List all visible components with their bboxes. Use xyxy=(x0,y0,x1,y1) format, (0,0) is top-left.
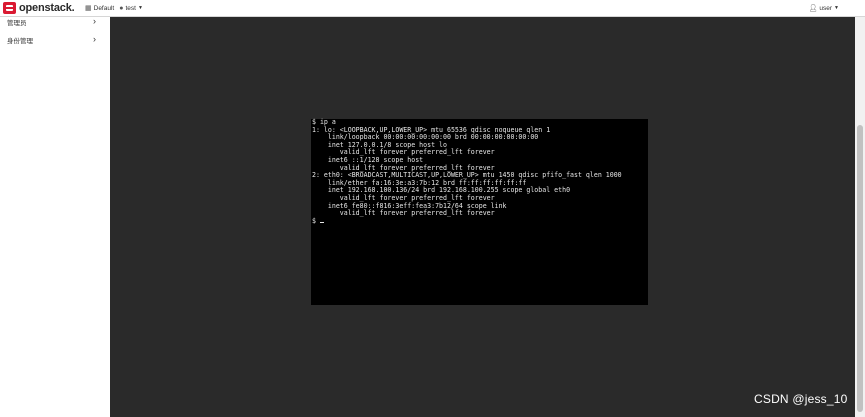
openstack-logo-icon xyxy=(3,2,16,14)
console-line: $ xyxy=(312,216,320,225)
openstack-logo[interactable]: openstack. xyxy=(3,2,75,14)
console-output: $ ip a 1: lo: <LOOPBACK,UP,LOWER_UP> mtu… xyxy=(311,118,648,225)
user-menu[interactable]: 👤︎ user ▼ xyxy=(808,4,840,13)
chevron-right-icon: › xyxy=(93,16,96,26)
project-selector[interactable]: ▦ Default ● test ▼ xyxy=(85,4,143,13)
sidebar-item-label: 身份管理 xyxy=(7,38,33,45)
page-scrollbar[interactable] xyxy=(855,17,865,417)
sidebar-item-admin[interactable]: 管理员 › xyxy=(0,16,104,29)
sidebar: 管理员 › 身份管理 › xyxy=(0,16,110,417)
person-icon: 👤︎ xyxy=(808,5,818,12)
watermark: CSDN @jess_10 xyxy=(754,392,848,406)
text-cursor xyxy=(319,221,324,223)
scrollbar-thumb[interactable] xyxy=(857,125,863,412)
brand-name: openstack. xyxy=(19,2,75,14)
user-label: user xyxy=(819,4,833,12)
domain-label: Default xyxy=(93,4,115,12)
caret-down-icon: ▼ xyxy=(834,5,839,11)
top-navbar: openstack. ▦ Default ● test ▼ 👤︎ user ▼ xyxy=(0,0,865,17)
console-line: valid_lft forever preferred_lft forever xyxy=(312,209,495,218)
circle-icon: ● xyxy=(119,4,124,12)
sidebar-item-label: 管理员 xyxy=(7,20,27,27)
vnc-console-screen[interactable]: $ ip a 1: lo: <LOOPBACK,UP,LOWER_UP> mtu… xyxy=(311,118,648,305)
project-label: test xyxy=(125,4,136,12)
console-page: $ ip a 1: lo: <LOOPBACK,UP,LOWER_UP> mtu… xyxy=(110,17,855,417)
caret-down-icon: ▼ xyxy=(137,5,143,11)
sidebar-item-identity[interactable]: 身份管理 › xyxy=(0,34,104,47)
grid-icon: ▦ xyxy=(85,5,92,12)
chevron-right-icon: › xyxy=(93,34,96,44)
